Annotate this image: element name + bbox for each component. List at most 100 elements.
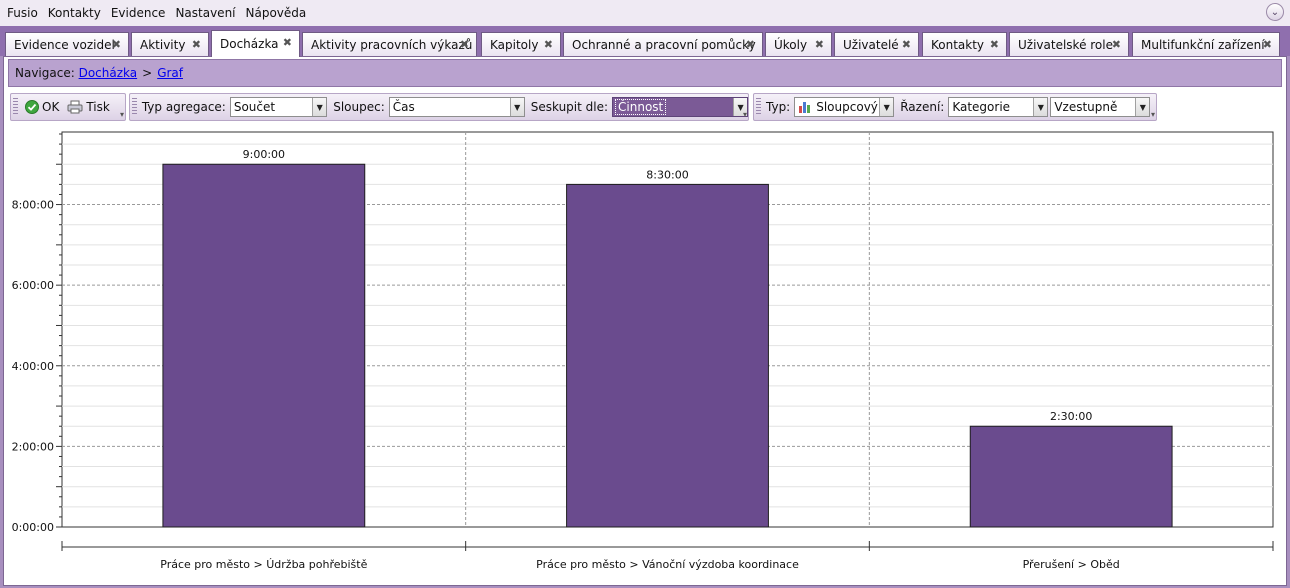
sort-value: Kategorie (952, 100, 1011, 114)
tab-label: Aktivity pracovních výkazů (311, 37, 473, 52)
tab-label: Kapitoly (490, 37, 539, 52)
breadcrumb-label: Navigace: (15, 66, 75, 80)
print-label: Tisk (86, 100, 110, 114)
close-icon[interactable]: ✖ (283, 36, 292, 49)
y-tick-label: 0:00:00 (12, 521, 54, 534)
data-label: 2:30:00 (1050, 410, 1092, 423)
content-frame: Navigace: Docházka > Graf OK Tisk ▾ Typ … (3, 56, 1287, 586)
menu-bar: Fusio Kontakty Evidence Nastavení Nápově… (0, 0, 1290, 26)
type-value: Sloupcový (816, 100, 878, 114)
close-icon[interactable]: ✖ (460, 38, 469, 51)
data-label: 8:30:00 (646, 168, 688, 181)
menu-evidence[interactable]: Evidence (108, 6, 173, 20)
print-button[interactable]: Tisk (63, 96, 114, 118)
chevron-down-icon[interactable]: ▼ (1135, 98, 1150, 116)
tab-dochazka[interactable]: Docházka ✖ (211, 30, 300, 57)
sort-label: Řazení: (900, 100, 945, 114)
group-value: Činnost (615, 99, 667, 115)
tab-kapitoly[interactable]: Kapitoly ✖ (481, 32, 561, 56)
x-tick-label: Práce pro město > Vánoční výzdoba koordi… (536, 558, 799, 571)
x-tick-label: Přerušení > Oběd (1023, 558, 1120, 571)
tab-label: Uživatelské role (1018, 37, 1113, 52)
tab-aktivity[interactable]: Aktivity ✖ (131, 32, 209, 56)
type-select[interactable]: Sloupcový ▼ (794, 97, 895, 117)
close-icon[interactable]: ✖ (815, 38, 824, 51)
toolbar-grip[interactable] (132, 98, 137, 116)
menu-fusio[interactable]: Fusio (4, 6, 45, 20)
group-select[interactable]: Činnost ▼ (612, 97, 749, 117)
breadcrumb: Navigace: Docházka > Graf (8, 59, 1282, 87)
column-label: Sloupec: (333, 100, 385, 114)
chevron-down-icon[interactable]: ▼ (312, 98, 327, 116)
menu-kontakty[interactable]: Kontakty (45, 6, 108, 20)
aggregation-select[interactable]: Součet ▼ (229, 97, 328, 117)
chart-canvas: 0:00:00 2:00:00 4:00:00 6:00:00 8:00:00 9:00:… (12, 131, 1274, 571)
tab-label: Kontakty (931, 37, 985, 52)
y-tick-label: 8:00:00 (12, 199, 54, 212)
bar (566, 183, 769, 528)
tab-kontakty[interactable]: Kontakty ✖ (922, 32, 1007, 56)
tab-aktivity-pracovnich-vykazu[interactable]: Aktivity pracovních výkazů ✖ (302, 32, 477, 56)
toolbar-overflow-icon[interactable]: ▾ (743, 110, 747, 119)
y-tick-label: 2:00:00 (12, 440, 54, 453)
sort-select[interactable]: Kategorie ▼ (948, 97, 1049, 117)
toolbar-grip[interactable] (13, 98, 18, 116)
tab-label: Evidence vozidel (14, 37, 115, 52)
chevron-down-icon[interactable]: ▼ (509, 98, 524, 116)
y-tick-label: 4:00:00 (12, 360, 54, 373)
aggregation-label: Typ agregace: (141, 100, 226, 114)
breadcrumb-graf[interactable]: Graf (157, 66, 183, 80)
aggregation-value: Součet (233, 100, 276, 114)
menu-nastaveni[interactable]: Nastavení (172, 6, 242, 20)
tab-label: Ochranné a pracovní pomůcky (572, 37, 756, 52)
check-icon (25, 100, 39, 114)
close-icon[interactable]: ✖ (544, 38, 553, 51)
toolbar-overflow-icon[interactable]: ▾ (1151, 110, 1155, 119)
x-tick-label: Práce pro město > Údržba pohřebiště (160, 558, 367, 571)
tab-ukoly[interactable]: Úkoly ✖ (765, 32, 832, 56)
tab-strip: Evidence vozidel ✖ Aktivity ✖ Docházka ✖ Ak… (0, 26, 1290, 57)
tab-label: Uživatelé (843, 37, 899, 52)
menu-napoveda[interactable]: Nápověda (243, 6, 314, 20)
order-value: Vzestupně (1054, 100, 1118, 114)
order-select[interactable]: Vzestupně ▼ (1050, 97, 1151, 117)
chevron-down-icon[interactable]: ▼ (1033, 98, 1048, 116)
close-icon[interactable]: ✖ (746, 38, 755, 51)
bar (162, 163, 366, 528)
tab-label: Aktivity (140, 37, 186, 52)
data-label: 9:00:00 (243, 148, 285, 161)
bar (969, 425, 1173, 528)
toolbar-grip[interactable] (756, 98, 761, 116)
bar-chart: 0:00:00 2:00:00 4:00:00 6:00:00 8:00:00 9:00:… (4, 129, 1286, 585)
chevron-down-icon[interactable]: ▼ (879, 98, 894, 116)
breadcrumb-separator: > (142, 66, 153, 80)
close-icon[interactable]: ✖ (1263, 38, 1272, 51)
tab-ochranne-pomucky[interactable]: Ochranné a pracovní pomůcky ✖ (563, 32, 763, 56)
column-select[interactable]: Čas ▼ (388, 97, 525, 117)
tab-uzivatele[interactable]: Uživatelé ✖ (834, 32, 919, 56)
bar-chart-icon (799, 102, 811, 113)
tab-multifunkcni-zarizeni[interactable]: Multifunkční zařízení ✖ (1132, 32, 1280, 56)
toolbar-chart-options: Typ: Sloupcový ▼ Řazení: Kategorie ▼ Vzest… (753, 93, 1157, 121)
close-icon[interactable]: ✖ (990, 38, 999, 51)
y-tick-label: 6:00:00 (12, 279, 54, 292)
toolbar-aggregation: Typ agregace: Součet ▼ Sloupec: Čas ▼ Sesk… (129, 93, 749, 121)
close-icon[interactable]: ✖ (112, 38, 121, 51)
tab-evidence-vozidel[interactable]: Evidence vozidel ✖ (5, 32, 129, 56)
close-icon[interactable]: ✖ (902, 38, 911, 51)
ok-label: OK (42, 100, 60, 114)
group-label: Seskupit dle: (530, 100, 609, 114)
column-value: Čas (392, 100, 415, 114)
printer-icon (67, 100, 83, 114)
close-icon[interactable]: ✖ (1112, 38, 1121, 51)
toolbar-actions: OK Tisk ▾ (10, 93, 126, 121)
breadcrumb-dochazka[interactable]: Docházka (79, 66, 138, 80)
tab-label: Úkoly (774, 37, 808, 52)
ok-button[interactable]: OK (21, 96, 63, 118)
close-icon[interactable]: ✖ (192, 38, 201, 51)
chevron-down-icon[interactable]: ⌄ (1266, 3, 1284, 21)
tab-label: Multifunkční zařízení (1141, 37, 1265, 52)
tab-uzivatelske-role[interactable]: Uživatelské role ✖ (1009, 32, 1129, 56)
toolbar-overflow-icon[interactable]: ▾ (120, 110, 124, 119)
type-label: Typ: (766, 100, 791, 114)
